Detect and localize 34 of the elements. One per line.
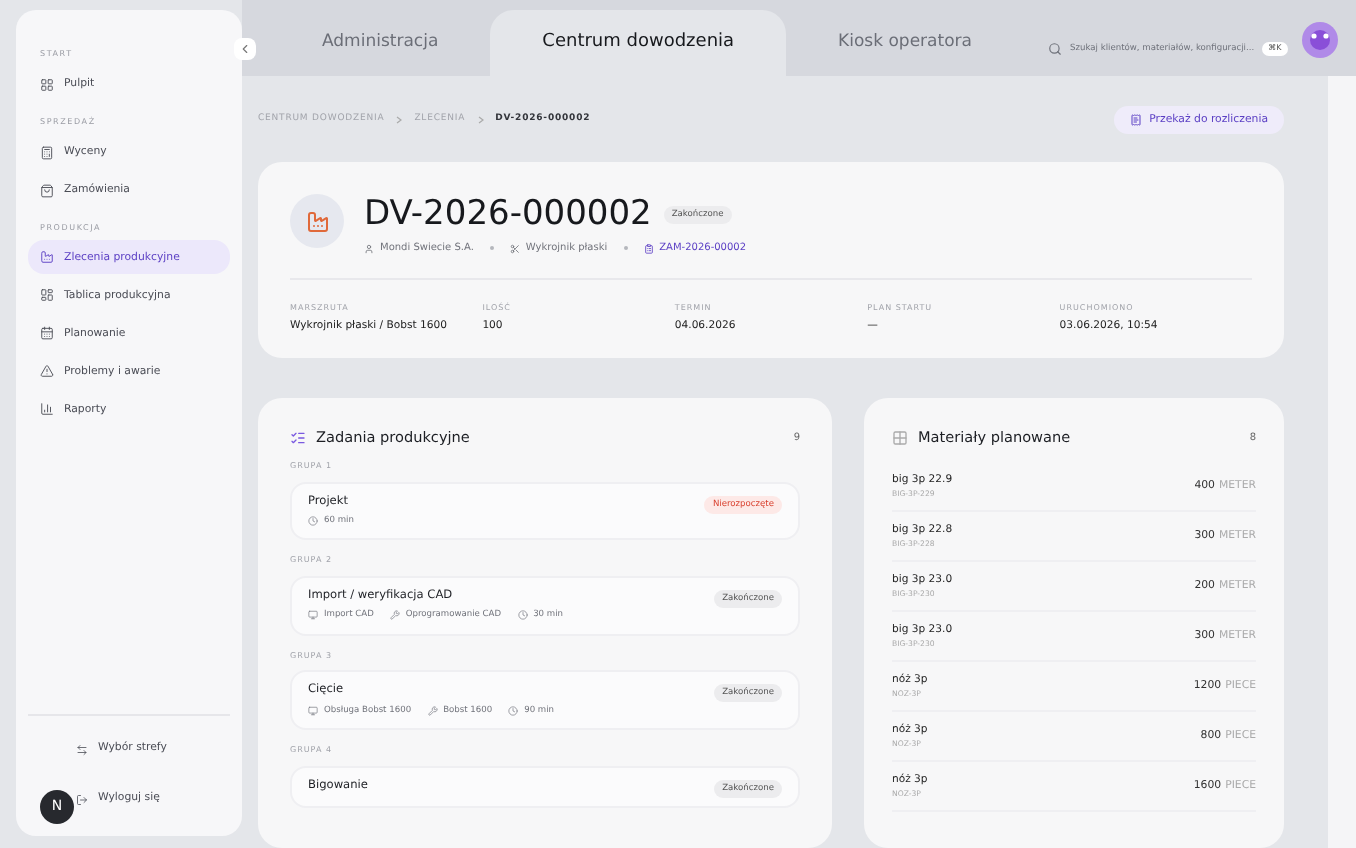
chart-icon bbox=[40, 402, 54, 417]
clipboard-icon bbox=[643, 243, 654, 254]
collapse-button[interactable] bbox=[234, 38, 256, 60]
person-icon bbox=[364, 243, 374, 254]
grid-icon bbox=[892, 429, 908, 446]
chevron-right-icon bbox=[396, 116, 403, 124]
search-icon bbox=[1048, 42, 1063, 56]
scissors-icon bbox=[509, 243, 520, 254]
clock-icon bbox=[308, 516, 318, 527]
logout-icon bbox=[76, 793, 88, 805]
tab[interactable]: Administracja bbox=[270, 10, 491, 76]
calendar-icon bbox=[40, 326, 54, 341]
wrench-icon bbox=[427, 705, 438, 716]
grid-icon bbox=[40, 77, 54, 92]
arrows-icon bbox=[76, 743, 88, 755]
receipt-icon bbox=[1129, 114, 1142, 126]
clock-icon bbox=[508, 705, 519, 716]
calculator-icon bbox=[40, 145, 54, 160]
monitor-icon bbox=[308, 610, 318, 621]
board-icon bbox=[40, 288, 54, 303]
clock-icon bbox=[517, 610, 528, 621]
monitor-icon bbox=[308, 705, 318, 716]
wrench-icon bbox=[389, 610, 400, 621]
bag-icon bbox=[40, 183, 54, 198]
factory-icon bbox=[40, 250, 54, 265]
tab[interactable]: Centrum dowodzenia bbox=[490, 10, 787, 76]
avatar-pattern-icon[interactable] bbox=[1299, 20, 1340, 60]
factory-icon bbox=[290, 194, 344, 248]
chevron-left-icon bbox=[238, 42, 252, 56]
chevron-right-icon bbox=[477, 116, 484, 124]
warning-icon bbox=[40, 364, 54, 379]
order-number: DV-2026-000002 bbox=[364, 194, 652, 235]
list-icon bbox=[290, 429, 306, 446]
tab[interactable]: Kiosk operatora bbox=[786, 10, 1025, 76]
